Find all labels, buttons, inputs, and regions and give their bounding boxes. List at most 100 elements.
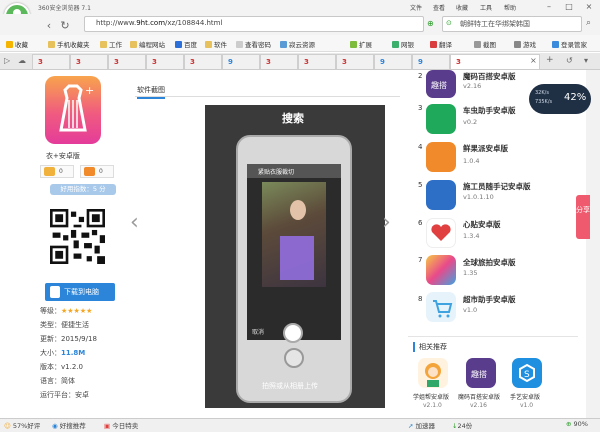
bag-icon: ▣	[104, 422, 111, 430]
bookmark-item[interactable]: 收藏	[6, 39, 28, 49]
memory-percent: 42%	[564, 92, 587, 103]
rocket-icon: ➚	[408, 422, 414, 430]
maximize-icon[interactable]: □	[562, 1, 576, 12]
bookmark-item[interactable]: 寂云资源	[280, 39, 315, 49]
star-icon	[6, 41, 13, 48]
minimize-icon[interactable]: –	[542, 1, 556, 12]
app-name-link[interactable]: 车虫助手安卓版	[463, 105, 516, 116]
close-icon[interactable]: ×	[582, 1, 596, 12]
bookmark-item[interactable]: 截图	[474, 39, 496, 49]
app-icon[interactable]	[426, 180, 456, 210]
related-app-icon[interactable]: S	[512, 358, 542, 388]
status-item[interactable]: ↓24份	[452, 420, 472, 430]
vote-up-button[interactable]: 0	[40, 165, 74, 178]
status-item[interactable]: ◉ 好搜推荐	[52, 420, 86, 430]
bookmark-item[interactable]: 翻译	[430, 39, 452, 49]
cloud-icon[interactable]: ☁	[18, 56, 26, 65]
app-name-link[interactable]: 鲜果派安卓版	[463, 143, 508, 154]
smile-icon: ☺	[4, 422, 11, 430]
tab[interactable]: 9	[374, 54, 412, 69]
restore-tab-icon[interactable]: ↺	[566, 56, 573, 65]
status-item[interactable]: ▣ 今日特卖	[104, 420, 138, 430]
tab[interactable]: 3	[336, 54, 374, 69]
menu-tools[interactable]: 工具	[480, 3, 492, 12]
related-app-version: v2.1.0	[423, 402, 442, 409]
menu-file[interactable]: 文件	[410, 3, 422, 12]
info-language: 语言：简体	[40, 377, 75, 385]
bookmark-item[interactable]: 网银	[392, 39, 414, 49]
home-button-icon	[284, 348, 304, 368]
refresh-icon[interactable]: ↻	[58, 19, 72, 33]
tab[interactable]: 3	[32, 54, 70, 69]
status-item[interactable]: ☺ 57%好评	[4, 420, 40, 430]
tab[interactable]: 9	[222, 54, 260, 69]
tab[interactable]: 3	[184, 54, 222, 69]
account-icon	[552, 41, 559, 48]
menu-help[interactable]: 帮助	[504, 3, 516, 12]
app-icon[interactable]	[426, 142, 456, 172]
related-app-icon[interactable]	[418, 358, 448, 388]
app-version: 1.0.4	[463, 157, 480, 165]
model-head	[290, 200, 306, 220]
tab[interactable]: 3	[70, 54, 108, 69]
bookmark-item[interactable]: 工作	[100, 39, 122, 49]
bookmark-item[interactable]: 手机收藏夹	[48, 39, 90, 49]
prev-arrow-icon[interactable]: ‹	[130, 210, 139, 235]
search-icon[interactable]: ⌕	[586, 18, 591, 28]
new-tab-icon[interactable]: +	[546, 55, 554, 65]
tab[interactable]: 3	[108, 54, 146, 69]
back-icon[interactable]: ‹	[42, 19, 56, 33]
app-icon[interactable]	[426, 255, 456, 285]
status-item[interactable]: ➚ 加速器	[408, 420, 435, 430]
extension-icon	[350, 41, 357, 48]
bookmark-item[interactable]: 编程网站	[130, 39, 165, 49]
app-icon[interactable]: 趣搭	[426, 70, 456, 98]
vote-down-button[interactable]: 0	[80, 165, 114, 178]
app-icon[interactable]	[426, 104, 456, 134]
related-app-name[interactable]: 魔码百搭安卓版	[458, 392, 500, 401]
rating-badge: 好用指数：5 分	[50, 184, 116, 195]
thumb-down-icon	[84, 167, 95, 176]
related-app-icon[interactable]: 趣搭	[466, 358, 496, 388]
cancel-text: 取消	[252, 329, 265, 336]
bookmark-item[interactable]: 登录管家	[552, 39, 587, 49]
tab[interactable]: 3	[260, 54, 298, 69]
app-version: 1.35	[463, 269, 478, 277]
rank-number: 6	[418, 219, 423, 227]
app-name-link[interactable]: 全球旅拍安卓版	[463, 257, 516, 268]
app-icon[interactable]	[426, 218, 456, 248]
tab-close-icon[interactable]: ×	[530, 56, 537, 65]
bookmark-item[interactable]: 查看密码	[236, 39, 271, 49]
app-name-link[interactable]: 魔码百搭安卓版	[463, 71, 516, 82]
app-name-link[interactable]: 心贴安卓版	[463, 219, 501, 230]
tab[interactable]: 3	[146, 54, 184, 69]
sidebar-toggle-icon[interactable]: ▷	[4, 56, 10, 65]
zoom-level[interactable]: ⊕ 90%	[566, 420, 588, 428]
share-button[interactable]: 分享	[576, 195, 590, 239]
next-arrow-icon[interactable]: ›	[382, 210, 391, 235]
app-icon[interactable]	[426, 292, 456, 322]
tab[interactable]: 9	[412, 54, 450, 69]
related-app-name[interactable]: 学姐帮安卓版	[413, 392, 449, 401]
folder-icon	[48, 41, 55, 48]
related-app-name[interactable]: 手艺安卓版	[510, 392, 540, 401]
download-to-pc-button[interactable]: 下载到电脑	[45, 283, 115, 301]
svg-text:+: +	[85, 84, 94, 97]
secure-icon[interactable]: ⊕	[427, 19, 434, 28]
folder-icon	[205, 41, 212, 48]
menu-favorites[interactable]: 收藏	[456, 3, 468, 12]
bookmark-item[interactable]: 百度	[175, 39, 197, 49]
bookmark-item[interactable]: 扩展	[350, 39, 372, 49]
menu-view[interactable]: 查看	[433, 3, 445, 12]
bookmark-item[interactable]: 游戏	[514, 39, 536, 49]
rank-number: 3	[418, 104, 423, 112]
app-name-link[interactable]: 施工员随手记安卓版	[463, 181, 531, 192]
search-engine-icon[interactable]: ⊙	[446, 19, 452, 27]
scrollbar[interactable]	[586, 70, 600, 422]
tab-active[interactable]: 3	[450, 54, 540, 69]
app-name-link[interactable]: 超市助手安卓版	[463, 294, 516, 305]
tab[interactable]: 3	[298, 54, 336, 69]
bookmark-item[interactable]: 软件	[205, 39, 227, 49]
tab-list-icon[interactable]: ▾	[584, 56, 588, 65]
screenshot-title: 搜索	[282, 112, 304, 125]
